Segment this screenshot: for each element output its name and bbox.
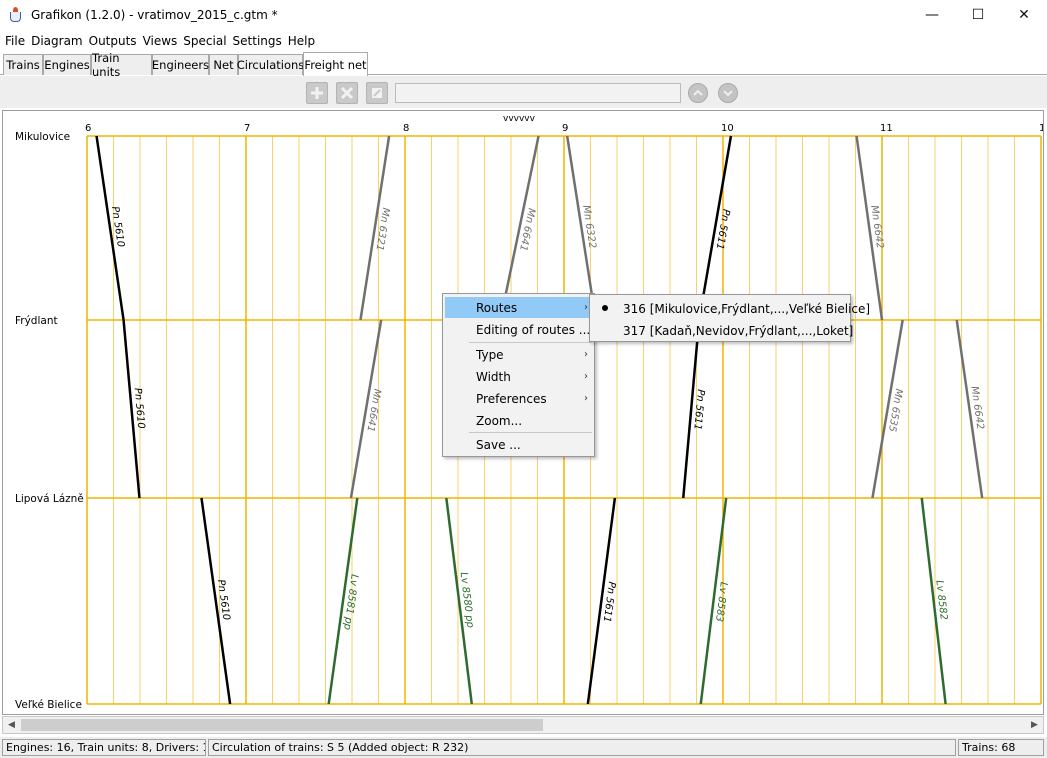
hour-label: 7 [244, 123, 250, 134]
hour-label: 10 [721, 123, 734, 134]
station-label: Lipová Lázně [15, 493, 84, 505]
menu-item-type[interactable]: Type › [445, 344, 592, 365]
route-item-317[interactable]: 317 [Kadaň,Nevidov,Frýdlant,...,Loket] [592, 320, 853, 341]
status-trains: Trains: 68 [958, 739, 1044, 756]
menu-separator [469, 342, 592, 343]
menu-item-editing-label: Editing of routes ... [476, 322, 591, 337]
edit-icon [372, 88, 382, 98]
add-button[interactable] [306, 82, 328, 104]
chevron-down-icon [723, 90, 733, 97]
chevron-right-icon: › [584, 371, 588, 382]
hour-label: 6 [85, 123, 91, 134]
menu-bar: File Diagram Outputs Views Special Setti… [0, 30, 1047, 51]
route-item-316-label: 316 [Mikulovice,Frýdlant,...,Veľké Bieli… [623, 301, 871, 316]
menu-help[interactable]: Help [285, 34, 318, 48]
menu-diagram[interactable]: Diagram [28, 34, 86, 48]
tab-engineers[interactable]: Engineers [152, 54, 209, 75]
tab-engines[interactable]: Engines [43, 54, 91, 75]
tab-trains[interactable]: Trains [3, 54, 43, 75]
context-menu: Routes › Editing of routes ... Type › Wi… [442, 293, 595, 457]
status-circulation: Circulation of trains: S 5 (Added object… [208, 739, 956, 756]
hour-label: 12 [1039, 123, 1044, 134]
horizontal-scrollbar[interactable]: ◀ ▶ [2, 716, 1044, 734]
edit-button[interactable] [366, 82, 388, 104]
menu-item-save[interactable]: Save ... [445, 434, 592, 455]
hour-label: 9 [562, 123, 568, 134]
chevron-up-icon [693, 89, 703, 96]
menu-item-routes[interactable]: Routes › [445, 297, 592, 318]
train-label: Mn 6535 [886, 388, 904, 433]
menu-item-routes-label: Routes [476, 300, 518, 315]
status-counts: Engines: 16, Train units: 8, Drivers: 12 [2, 739, 206, 756]
status-bar: Engines: 16, Train units: 8, Drivers: 12… [0, 737, 1047, 758]
time-marker: vvvvvv [503, 114, 536, 124]
menu-item-preferences[interactable]: Preferences › [445, 388, 592, 409]
hour-label: 8 [403, 123, 409, 134]
tab-freight-net[interactable]: Freight net [303, 52, 368, 76]
route-name-field[interactable] [395, 83, 681, 103]
radio-selected-icon [602, 305, 608, 311]
menu-item-width-label: Width [476, 369, 511, 384]
scroll-right-icon[interactable]: ▶ [1026, 717, 1043, 733]
tab-circulations[interactable]: Circulations [237, 54, 304, 75]
menu-item-zoom-label: Zoom... [476, 413, 523, 428]
menu-outputs[interactable]: Outputs [86, 34, 140, 48]
menu-item-editing-of-routes[interactable]: Editing of routes ... [445, 319, 592, 340]
routes-submenu: 316 [Mikulovice,Frýdlant,...,Veľké Bieli… [589, 294, 870, 342]
chevron-right-icon: › [584, 302, 588, 313]
minimize-button[interactable]: — [909, 0, 955, 30]
menu-item-preferences-label: Preferences [476, 391, 547, 406]
station-label: Frýdlant [15, 315, 58, 327]
window-title: Grafikon (1.2.0) - vratimov_2015_c.gtm * [31, 8, 278, 22]
route-item-316[interactable]: 316 [Mikulovice,Frýdlant,...,Veľké Bieli… [592, 298, 870, 319]
station-label: Veľké Bielice [15, 699, 82, 711]
title-bar: Grafikon (1.2.0) - vratimov_2015_c.gtm *… [0, 0, 1047, 30]
station-label: Mikulovice [15, 131, 70, 143]
scroll-thumb[interactable] [21, 719, 543, 731]
menu-file[interactable]: File [2, 34, 28, 48]
move-up-button[interactable] [688, 83, 708, 103]
menu-settings[interactable]: Settings [230, 34, 285, 48]
menu-views[interactable]: Views [140, 34, 181, 48]
menu-special[interactable]: Special [180, 34, 229, 48]
menu-item-type-label: Type [476, 347, 504, 362]
route-item-317-label: 317 [Kadaň,Nevidov,Frýdlant,...,Loket] [623, 323, 854, 338]
tab-strip: Trains Engines Train units Engineers Net… [0, 51, 1047, 79]
menu-separator [469, 432, 592, 433]
chevron-right-icon: › [584, 393, 588, 404]
maximize-button[interactable]: ☐ [955, 0, 1001, 30]
menu-item-save-label: Save ... [476, 437, 521, 452]
hour-label: 11 [880, 123, 893, 134]
chevron-right-icon: › [584, 349, 588, 360]
app-java-icon [8, 7, 24, 23]
menu-item-zoom[interactable]: Zoom... [445, 410, 592, 431]
plus-icon [311, 87, 323, 99]
tab-train-units[interactable]: Train units [91, 51, 152, 79]
delete-icon [340, 86, 354, 100]
move-down-button[interactable] [718, 83, 738, 103]
menu-item-width[interactable]: Width › [445, 366, 592, 387]
toolbar [0, 76, 1047, 108]
scroll-left-icon[interactable]: ◀ [3, 717, 20, 733]
delete-button[interactable] [336, 82, 358, 104]
tab-net[interactable]: Net [209, 54, 238, 75]
close-button[interactable]: ✕ [1001, 0, 1047, 30]
